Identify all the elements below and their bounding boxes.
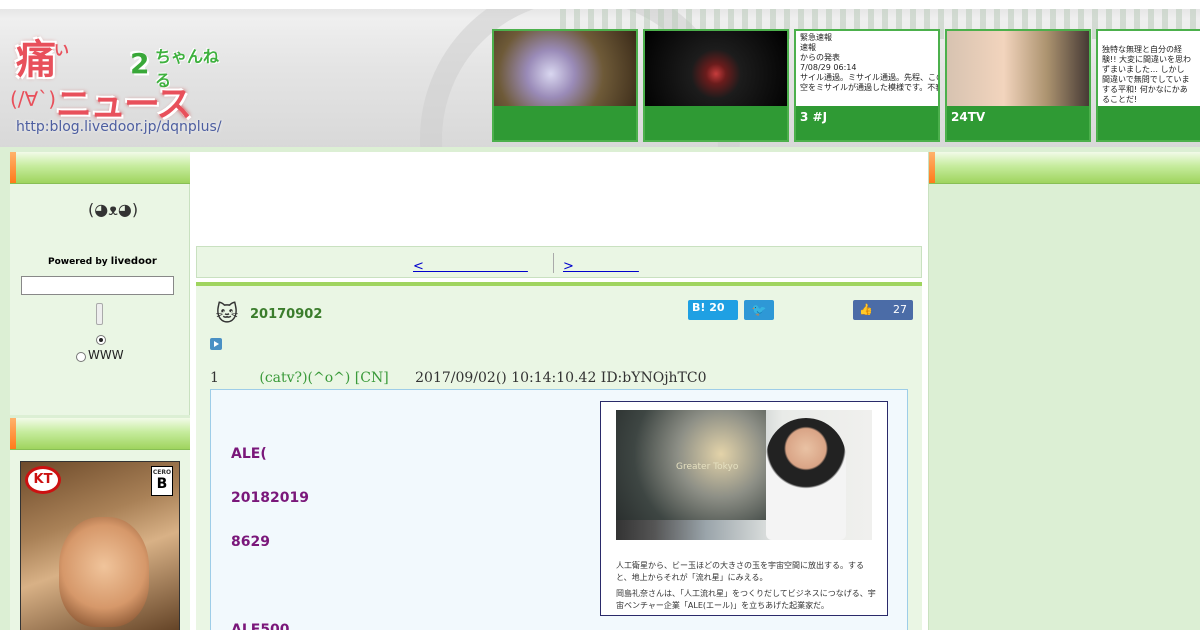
prev-article-link[interactable]: < (413, 255, 528, 274)
sidebar-header-bar (10, 152, 190, 184)
post-line: 8629 (231, 534, 270, 550)
cero-rating: B (156, 476, 168, 492)
thumbnail-caption: 24TV (947, 106, 1089, 140)
logo-kanji: 痛 (16, 37, 56, 83)
thumbnail-caption (1098, 106, 1200, 140)
next-article-link[interactable]: > (563, 255, 639, 274)
twitter-icon: 🐦 (751, 303, 767, 317)
header-thumbnail-5[interactable]: 独特な無理と自分の経験!! 大変に間違いを思わずまいました… しかし間違いで無問… (1096, 29, 1200, 142)
photo-caption-2: 岡島礼奈さんは、「人工流れ星」をつくりだしてビジネスにつなげる、宇宙ベンチャー企… (616, 589, 876, 610)
photo-overlay-text: Greater Tokyo (676, 462, 739, 472)
right-sidebar (928, 152, 1200, 630)
photo-caption-1: 人工衛星から、ビー玉ほどの大きさの玉を宇宙空間に放出する。すると、地上からそれが… (616, 561, 864, 582)
response-header: 1 (catv?)(^o^) [CN] 2017/09/02() 10:14:1… (210, 370, 707, 386)
post-line: ALE( (231, 446, 267, 462)
logo-face: (/∀`) (10, 87, 57, 111)
header-thumbnail-1[interactable] (492, 29, 638, 142)
response-body: ALE( 20182019 8629 ALE500 Greater Tokyo … (210, 389, 908, 630)
sidebar-avatar[interactable]: (◕ᴥ◕) (88, 200, 138, 220)
article-date: 20170902 (250, 307, 323, 322)
thumbnail-caption: 3 #J (796, 106, 938, 140)
facebook-like-count: 27 (893, 303, 907, 316)
response-number: 1 (210, 370, 219, 386)
powered-by-label: Powered by (48, 257, 108, 267)
article-navigation: < > (196, 246, 922, 278)
main-content: < > 🐱 20170902 B! 20 🐦 👍 27 1 (catv?)(^o… (190, 152, 928, 630)
thumbnail-news-text: 緊急速報 速報 からの発表 7/08/29 06:14 サイル通過。ミサイル通過… (800, 33, 940, 92)
game-character-image (59, 517, 149, 627)
search-button[interactable] (96, 303, 103, 325)
post-line: 20182019 (231, 490, 309, 506)
sidebar-header-bar (10, 418, 190, 450)
header-thumbnail-2[interactable] (643, 29, 789, 142)
thumbnail-image (494, 31, 636, 109)
radio-blog[interactable] (96, 335, 106, 345)
cero-label: CERO (152, 469, 172, 476)
thumbnail-image (645, 31, 787, 109)
twitter-share-button[interactable]: 🐦 (744, 300, 774, 320)
cat-icon: 🐱 (215, 302, 239, 327)
thumbs-up-icon: 👍 (859, 303, 873, 316)
site-logo[interactable]: 痛 い 2 ちゃんねる (/∀`) ニュース http:blog.livedoo… (10, 27, 230, 145)
livedoor-logo: livedoor (110, 256, 157, 267)
nav-separator (553, 253, 554, 273)
search-input[interactable] (21, 276, 174, 295)
header-thumbnail-3[interactable]: 緊急速報 速報 からの発表 7/08/29 06:14 サイル通過。ミサイル通過… (794, 29, 940, 142)
radio-www-label: WWW (88, 348, 124, 362)
play-icon[interactable] (210, 338, 222, 350)
post-line: ALE500 (231, 622, 290, 630)
hatena-count: 20 (709, 301, 725, 314)
photo-image: Greater Tokyo (616, 410, 872, 540)
hatena-bookmark-button[interactable]: B! 20 (688, 300, 738, 320)
logo-ita-small: い (54, 41, 70, 59)
radio-www[interactable] (76, 352, 86, 362)
thumbnail-news-text: 独特な無理と自分の経験!! 大変に間違いを思わずまいました… しかし間違いで無問… (1102, 45, 1191, 104)
site-header: 痛 い 2 ちゃんねる (/∀`) ニュース http:blog.livedoo… (0, 0, 1200, 147)
game-ad-banner[interactable]: KT CERO B (20, 461, 180, 630)
article: 🐱 20170902 B! 20 🐦 👍 27 1 (catv?)(^o^) [… (196, 282, 922, 630)
photo-person (766, 418, 846, 540)
response-name: (catv?)(^o^) [CN] (259, 370, 389, 386)
left-sidebar-ad: KT CERO B (10, 418, 190, 630)
left-sidebar-search: (◕ᴥ◕) Powered by livedoor WWW (10, 152, 190, 415)
kt-logo: KT (25, 466, 61, 494)
thumbnail-image (947, 31, 1089, 109)
thumbnail-caption (645, 106, 787, 140)
powered-by-livedoor[interactable]: Powered by livedoor (48, 256, 157, 267)
hatena-icon: B! (692, 301, 706, 314)
facebook-like-button[interactable]: 👍 27 (853, 300, 913, 320)
logo-url: http:blog.livedoor.jp/dqnplus/ (16, 119, 222, 135)
thumbnail-caption (494, 106, 636, 140)
cero-rating-badge: CERO B (151, 466, 173, 496)
header-thumbnail-4[interactable]: 24TV (945, 29, 1091, 142)
article-photo[interactable]: Greater Tokyo 人工衛星から、ビー玉ほどの大きさの玉を宇宙空間に放出… (600, 401, 888, 616)
response-datetime: 2017/09/02() 10:14:10.42 ID:bYNOjhTC0 (415, 370, 707, 386)
sidebar-header-bar (929, 152, 1200, 184)
